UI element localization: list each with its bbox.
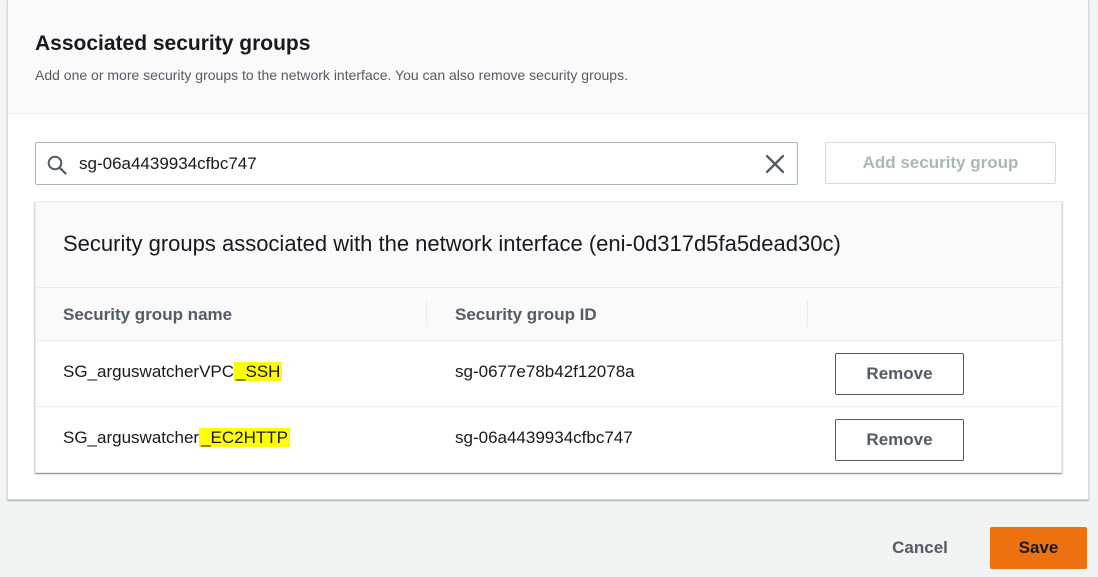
close-icon[interactable] — [765, 154, 785, 174]
save-button[interactable]: Save — [990, 527, 1087, 569]
security-group-name: SG_arguswatcherVPC _SSH — [63, 362, 283, 382]
security-group-name-prefix: SG_arguswatcher — [63, 428, 200, 447]
table-row: SG_arguswatcherVPC _SSH sg-0677e78b42f120… — [36, 341, 1061, 407]
column-divider — [426, 301, 427, 327]
remove-button[interactable]: Remove — [835, 419, 964, 461]
security-group-name: SG_arguswatcher _EC2HTTP — [63, 428, 290, 448]
table-column-headers: Security group name Security group ID — [36, 288, 1061, 341]
security-groups-panel: Associated security groups Add one or mo… — [7, 0, 1089, 500]
security-groups-table: Security groups associated with the netw… — [35, 201, 1062, 473]
panel-title: Associated security groups — [35, 32, 311, 55]
search-icon — [47, 155, 67, 175]
search-input[interactable] — [79, 143, 749, 184]
panel-description: Add one or more security groups to the n… — [35, 67, 628, 83]
search-box[interactable] — [35, 142, 798, 185]
security-group-name-highlight: _EC2HTTP — [199, 428, 290, 447]
panel-header: Associated security groups Add one or mo… — [8, 0, 1088, 114]
column-header-name: Security group name — [63, 305, 233, 324]
remove-button[interactable]: Remove — [835, 353, 964, 395]
table-header: Security groups associated with the netw… — [36, 202, 1061, 288]
table-title: Security groups associated with the netw… — [63, 231, 841, 256]
security-group-id: sg-0677e78b42f12078a — [455, 362, 635, 381]
column-header-id: Security group ID — [455, 305, 597, 324]
security-group-id: sg-06a4439934cfbc747 — [455, 428, 633, 447]
table-row: SG_arguswatcher _EC2HTTP sg-06a4439934cfb… — [36, 407, 1061, 473]
cancel-button[interactable]: Cancel — [870, 527, 970, 569]
column-divider — [807, 301, 808, 327]
security-group-name-highlight: _SSH — [234, 362, 283, 381]
security-group-name-prefix: SG_arguswatcherVPC — [63, 362, 235, 381]
add-security-group-button[interactable]: Add security group — [825, 142, 1056, 184]
